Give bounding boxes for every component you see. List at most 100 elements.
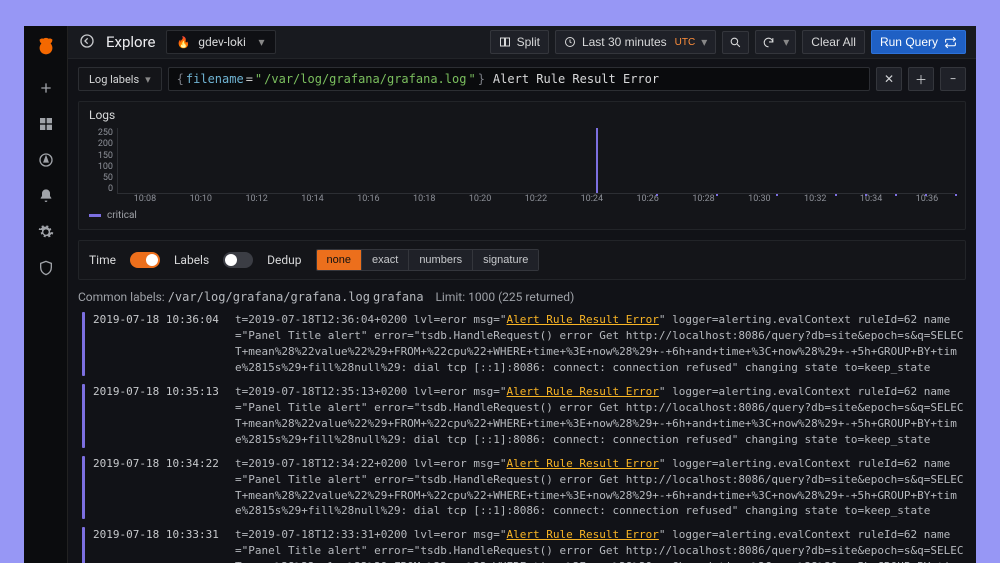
legend-label: critical (107, 210, 137, 221)
x-tick: 10:20 (452, 194, 508, 204)
x-tick: 10:12 (229, 194, 285, 204)
x-tick: 10:14 (285, 194, 341, 204)
chart-bar (776, 194, 778, 197)
chart-bar (596, 128, 598, 193)
log-message: t=2019-07-18T12:35:13+0200 lvl=eror msg=… (235, 384, 966, 448)
log-timestamp: 2019-07-18 10:36:04 (93, 312, 227, 376)
clear-all-button[interactable]: Clear All (802, 30, 865, 54)
run-loop-icon (944, 36, 957, 49)
chart-bar (716, 194, 718, 197)
chart-bar (835, 194, 837, 197)
dedup-none-button[interactable]: none (317, 250, 362, 270)
y-tick: 100 (89, 162, 113, 172)
log-timestamp: 2019-07-18 10:34:22 (93, 456, 227, 520)
query-row: Log labels ▾ { filename = "/var/log/graf… (78, 67, 966, 91)
log-message: t=2019-07-18T12:36:04+0200 lvl=eror msg=… (235, 312, 966, 376)
legend-swatch (89, 214, 101, 217)
log-highlight: Alert Rule Result Error (507, 313, 659, 326)
x-tick: 10:28 (676, 194, 732, 204)
dedup-signature-button[interactable]: signature (473, 250, 538, 270)
chart-bar (925, 194, 927, 197)
log-labels-label: Log labels (89, 73, 139, 86)
query-search-text: Alert Rule Result Error (493, 72, 659, 86)
chart-bar (955, 194, 957, 197)
log-highlight: Alert Rule Result Error (507, 528, 659, 541)
common-labels-path: /var/log/grafana/grafana.log (168, 290, 370, 304)
x-tick: 10:26 (620, 194, 676, 204)
y-tick: 200 (89, 139, 113, 149)
add-icon[interactable] (37, 79, 55, 97)
common-labels-app: grafana (373, 290, 424, 304)
log-row[interactable]: 2019-07-18 10:34:22t=2019-07-18T12:34:22… (78, 454, 966, 526)
split-label: Split (517, 35, 540, 49)
log-message: t=2019-07-18T12:34:22+0200 lvl=eror msg=… (235, 456, 966, 520)
grafana-logo-icon[interactable] (35, 36, 57, 61)
chart-bar (656, 194, 658, 197)
clear-query-button[interactable]: ✕ (876, 67, 902, 91)
logs-limit: Limit: 1000 (435, 290, 495, 304)
shield-icon[interactable] (37, 259, 55, 277)
chart-bar (865, 194, 867, 197)
zoom-out-button[interactable] (722, 31, 749, 54)
logs-graph-panel: Logs 250200150100500 10:0810:1010:1210:1… (78, 101, 966, 230)
labels-toggle[interactable] (223, 252, 253, 268)
log-timestamp: 2019-07-18 10:35:13 (93, 384, 227, 448)
log-row[interactable]: 2019-07-18 10:33:31t=2019-07-18T12:33:31… (78, 525, 966, 563)
chart-legend: critical (89, 210, 955, 221)
explore-icon[interactable] (37, 151, 55, 169)
time-range-button[interactable]: Last 30 minutes UTC ▾ (555, 30, 716, 54)
log-highlight: Alert Rule Result Error (507, 385, 659, 398)
chart-x-axis: 10:0810:1010:1210:1410:1610:1810:2010:22… (117, 194, 955, 204)
remove-query-button[interactable]: − (940, 67, 966, 91)
loki-icon: 🔥 (177, 36, 191, 49)
query-input[interactable]: { filename = "/var/log/grafana/grafana.l… (168, 67, 870, 91)
back-icon[interactable] (78, 33, 96, 52)
y-tick: 150 (89, 151, 113, 161)
dashboards-icon[interactable] (37, 115, 55, 133)
logs-histogram[interactable]: 250200150100500 (89, 128, 955, 194)
chart-bar (895, 194, 897, 197)
page-title: Explore (106, 33, 156, 51)
explore-toolbar: Explore 🔥 gdev-loki ▾ Split Last 30 minu… (68, 26, 976, 59)
log-highlight: Alert Rule Result Error (507, 457, 659, 470)
time-toggle[interactable] (130, 252, 160, 268)
refresh-button[interactable]: ▾ (755, 30, 796, 54)
run-query-button[interactable]: Run Query (871, 30, 966, 54)
x-tick: 10:18 (396, 194, 452, 204)
query-value: /var/log/grafana/grafana.log (264, 72, 466, 86)
chart-plot-area[interactable] (117, 128, 955, 194)
time-range-label: Last 30 minutes (582, 35, 667, 49)
datasource-picker[interactable]: 🔥 gdev-loki ▾ (166, 30, 276, 54)
split-button[interactable]: Split (490, 30, 549, 54)
logs-options-bar: Time Labels Dedup noneexactnumberssignat… (78, 240, 966, 280)
x-tick: 10:30 (731, 194, 787, 204)
time-toggle-label: Time (89, 253, 116, 267)
dedup-exact-button[interactable]: exact (362, 250, 409, 270)
log-list: 2019-07-18 10:36:04t=2019-07-18T12:36:04… (78, 310, 966, 563)
dedup-segmented: noneexactnumberssignature (316, 249, 540, 271)
side-nav (24, 26, 68, 563)
refresh-icon (762, 36, 775, 49)
chevron-down-icon: ▾ (145, 73, 151, 86)
log-labels-picker[interactable]: Log labels ▾ (78, 67, 162, 91)
chevron-down-icon: ▾ (783, 35, 789, 49)
log-row[interactable]: 2019-07-18 10:36:04t=2019-07-18T12:36:04… (78, 310, 966, 382)
datasource-name: gdev-loki (198, 35, 246, 49)
common-labels-prefix: Common labels: (78, 290, 165, 304)
clear-all-label: Clear All (811, 35, 856, 49)
search-icon (729, 36, 742, 49)
chart-y-axis: 250200150100500 (89, 128, 117, 194)
chevron-down-icon: ▾ (701, 35, 707, 49)
alerting-icon[interactable] (37, 187, 55, 205)
add-query-button[interactable]: ＋ (908, 67, 934, 91)
common-labels-row: Common labels: /var/log/grafana/grafana.… (78, 290, 966, 304)
log-row[interactable]: 2019-07-18 10:35:13t=2019-07-18T12:35:13… (78, 382, 966, 454)
log-level-marker (82, 312, 85, 376)
dedup-numbers-button[interactable]: numbers (409, 250, 473, 270)
clock-icon (564, 36, 576, 48)
split-icon (499, 36, 511, 48)
logs-panel-title: Logs (89, 108, 955, 122)
y-tick: 0 (89, 184, 113, 194)
settings-icon[interactable] (37, 223, 55, 241)
run-query-label: Run Query (880, 35, 938, 49)
